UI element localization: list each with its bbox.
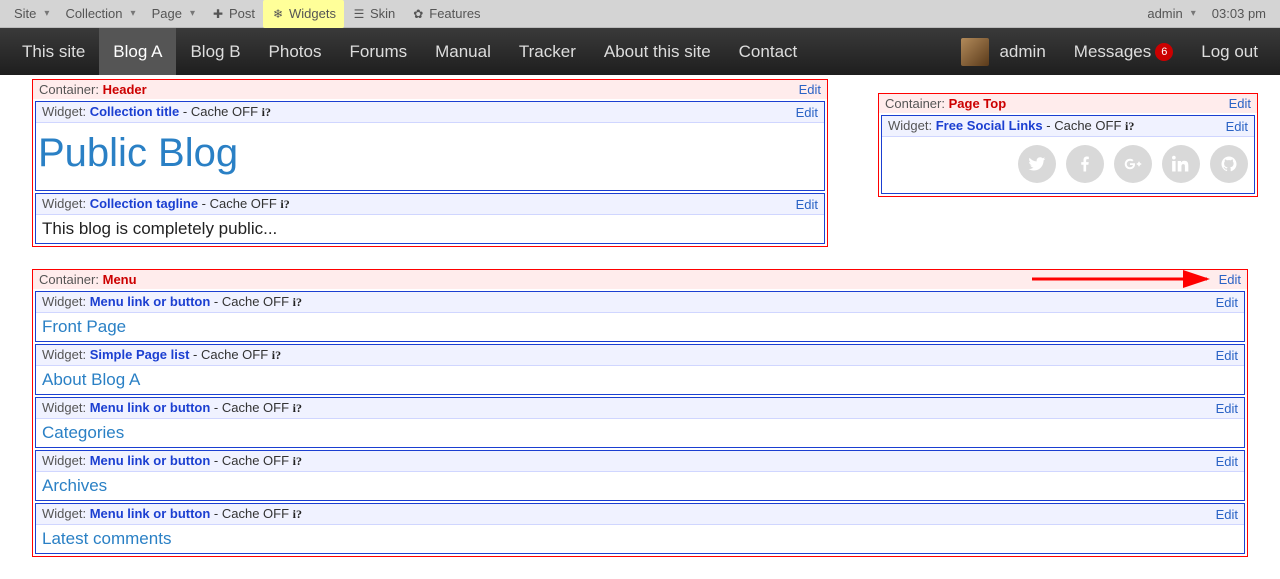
widget-social-edit[interactable]: Edit bbox=[1226, 119, 1248, 134]
info-icon[interactable]: i? bbox=[293, 295, 302, 309]
blog-tagline: This blog is completely public... bbox=[36, 215, 824, 243]
features-button[interactable]: ✿Features bbox=[403, 0, 488, 28]
collection-dropdown[interactable]: Collection bbox=[57, 0, 143, 28]
facebook-icon[interactable] bbox=[1066, 145, 1104, 183]
github-icon[interactable] bbox=[1210, 145, 1248, 183]
main-nav: This site Blog A Blog B Photos Forums Ma… bbox=[0, 28, 1280, 75]
widget-menu-edit-1[interactable]: Edit bbox=[1216, 348, 1238, 363]
info-icon[interactable]: i? bbox=[272, 348, 281, 362]
nav-forums[interactable]: Forums bbox=[335, 28, 421, 75]
info-icon[interactable]: i? bbox=[262, 105, 271, 119]
widget-menu-0: Widget: Menu link or button - Cache OFF … bbox=[35, 291, 1245, 342]
container-page-top: Container: Page Top Edit Widget: Free So… bbox=[878, 93, 1258, 197]
widgets-button[interactable]: ❄Widgets bbox=[263, 0, 344, 28]
menu-entry[interactable]: Categories bbox=[36, 419, 1244, 447]
info-icon[interactable]: i? bbox=[280, 197, 289, 211]
nav-messages[interactable]: Messages 6 bbox=[1060, 28, 1187, 75]
page-dropdown[interactable]: Page bbox=[144, 0, 203, 28]
nav-this-site[interactable]: This site bbox=[8, 28, 99, 75]
widget-menu-1: Widget: Simple Page list - Cache OFF i?E… bbox=[35, 344, 1245, 395]
widget-menu-2: Widget: Menu link or button - Cache OFF … bbox=[35, 397, 1245, 448]
admin-toolbar: Site Collection Page ✚Post ❄Widgets ☰Ski… bbox=[0, 0, 1280, 28]
skin-icon: ☰ bbox=[352, 7, 366, 21]
nav-photos[interactable]: Photos bbox=[255, 28, 336, 75]
info-icon[interactable]: i? bbox=[293, 454, 302, 468]
menu-entry[interactable]: Front Page bbox=[36, 313, 1244, 341]
widget-menu-3: Widget: Menu link or button - Cache OFF … bbox=[35, 450, 1245, 501]
clock-label: 03:03 pm bbox=[1204, 0, 1274, 28]
nav-logout[interactable]: Log out bbox=[1187, 28, 1272, 75]
info-icon[interactable]: i? bbox=[1125, 119, 1134, 133]
widget-title-edit[interactable]: Edit bbox=[796, 105, 818, 120]
widget-menu-edit-3[interactable]: Edit bbox=[1216, 454, 1238, 469]
nav-user[interactable]: admin bbox=[947, 28, 1059, 75]
googleplus-icon[interactable] bbox=[1114, 145, 1152, 183]
skin-button[interactable]: ☰Skin bbox=[344, 0, 403, 28]
menu-entry[interactable]: Archives bbox=[36, 472, 1244, 500]
info-icon[interactable]: i? bbox=[293, 401, 302, 415]
menu-entry[interactable]: About Blog A bbox=[36, 366, 1244, 394]
gear-icon: ✿ bbox=[411, 7, 425, 21]
container-pagetop-edit[interactable]: Edit bbox=[1229, 96, 1251, 111]
twitter-icon[interactable] bbox=[1018, 145, 1056, 183]
container-header: Container: Header Edit Widget: Collectio… bbox=[32, 79, 828, 247]
linkedin-icon[interactable] bbox=[1162, 145, 1200, 183]
widget-menu-edit-0[interactable]: Edit bbox=[1216, 295, 1238, 310]
widget-menu-edit-4[interactable]: Edit bbox=[1216, 507, 1238, 522]
plus-icon: ✚ bbox=[211, 7, 225, 21]
widget-social-links: Widget: Free Social Links - Cache OFF i?… bbox=[881, 115, 1255, 194]
nav-about[interactable]: About this site bbox=[590, 28, 725, 75]
container-menu: Container: Menu Edit Widget: Menu link o… bbox=[32, 269, 1248, 557]
blog-title: Public Blog bbox=[36, 123, 824, 190]
site-dropdown[interactable]: Site bbox=[6, 0, 57, 28]
widget-collection-title: Widget: Collection title - Cache OFF i? … bbox=[35, 101, 825, 191]
nav-manual[interactable]: Manual bbox=[421, 28, 505, 75]
post-button[interactable]: ✚Post bbox=[203, 0, 263, 28]
user-dropdown[interactable]: admin bbox=[1139, 0, 1203, 28]
container-header-edit[interactable]: Edit bbox=[799, 82, 821, 97]
container-menu-edit[interactable]: Edit bbox=[1219, 272, 1241, 287]
nav-blog-b[interactable]: Blog B bbox=[176, 28, 254, 75]
nav-tracker[interactable]: Tracker bbox=[505, 28, 590, 75]
widget-tagline-edit[interactable]: Edit bbox=[796, 197, 818, 212]
widget-menu-edit-2[interactable]: Edit bbox=[1216, 401, 1238, 416]
nav-contact[interactable]: Contact bbox=[725, 28, 812, 75]
menu-entry[interactable]: Latest comments bbox=[36, 525, 1244, 553]
nav-blog-a[interactable]: Blog A bbox=[99, 28, 176, 75]
avatar bbox=[961, 38, 989, 66]
messages-badge: 6 bbox=[1155, 43, 1173, 61]
info-icon[interactable]: i? bbox=[293, 507, 302, 521]
widgets-icon: ❄ bbox=[271, 7, 285, 21]
widget-collection-tagline: Widget: Collection tagline - Cache OFF i… bbox=[35, 193, 825, 244]
widget-menu-4: Widget: Menu link or button - Cache OFF … bbox=[35, 503, 1245, 554]
